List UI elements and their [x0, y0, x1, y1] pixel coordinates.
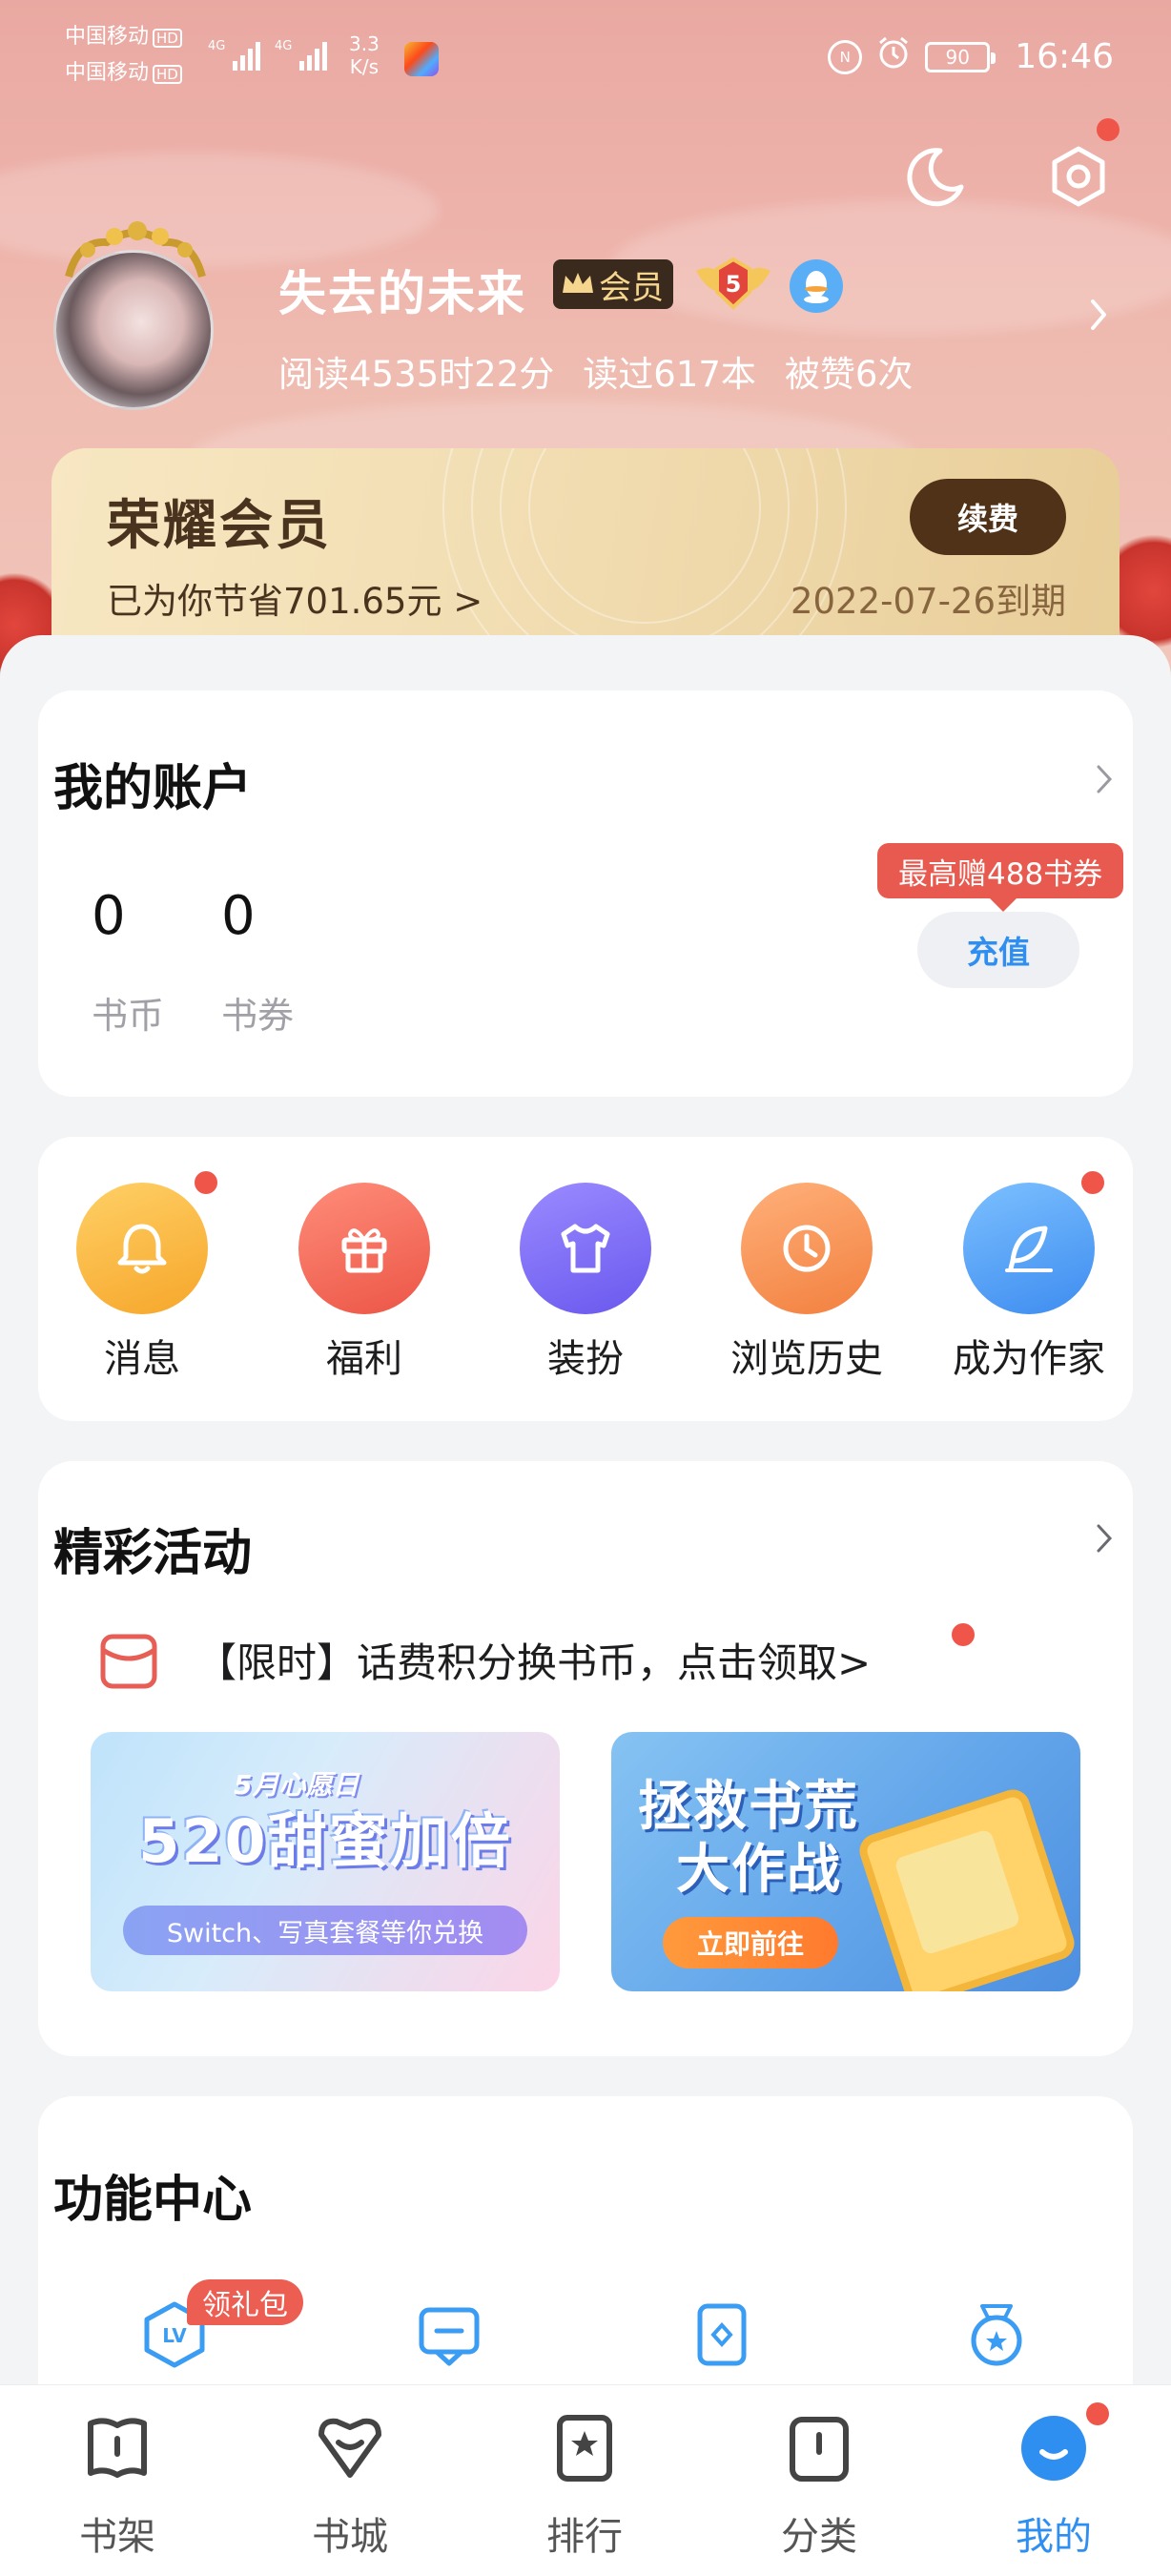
carrier-1: 中国移动 HD: [65, 25, 182, 50]
quick-item-label: 成为作家: [953, 1337, 1105, 1381]
bookshelf-icon: [79, 2410, 155, 2486]
quick-item-messages[interactable]: 消息: [56, 1171, 228, 1383]
nav-bookstore[interactable]: 书城: [278, 2385, 421, 2561]
activities-chevron-right-icon[interactable]: [1095, 1522, 1114, 1555]
profile-chevron-right-icon[interactable]: [1087, 296, 1110, 334]
nav-bookshelf[interactable]: 书架: [46, 2385, 189, 2561]
category-icon: [781, 2410, 857, 2486]
member-savings-link[interactable]: 已为你节省701.65元 >: [107, 572, 483, 624]
nav-label: 分类: [781, 2515, 857, 2559]
settings-icon[interactable]: [1045, 118, 1120, 210]
activity-promo-link[interactable]: 【限时】话费积分换书币，点击领取>: [196, 1631, 871, 1689]
books-read: 读过617本: [583, 354, 756, 395]
bell-icon: [76, 1171, 217, 1314]
vouchers-value: 0: [221, 885, 256, 947]
clock-time: 16:46: [1015, 37, 1114, 76]
signal-icon: 4G: [208, 36, 267, 79]
coins-label: 书币: [92, 995, 165, 1037]
banner-go-button[interactable]: 立即前往: [663, 1917, 838, 1968]
svg-text:5: 5: [726, 271, 742, 298]
author-badge-dot: [1081, 1171, 1104, 1194]
recharge-button[interactable]: 充值: [917, 912, 1079, 988]
reading-stats: 阅读4535时22分 读过617本 被赞6次: [278, 345, 913, 397]
bottom-navigation: 书架 书城 排行 分类 我的: [0, 2384, 1171, 2576]
ranking-icon: [546, 2410, 623, 2486]
quick-item-label: 消息: [104, 1337, 180, 1381]
nfc-icon: N: [828, 39, 863, 74]
nav-category[interactable]: 分类: [748, 2385, 891, 2561]
avatar[interactable]: [53, 221, 217, 410]
envelope-icon: [100, 1634, 157, 1689]
account-title: 我的账户: [53, 760, 253, 817]
profile-badge-dot: [1086, 2402, 1109, 2425]
quick-item-label: 福利: [326, 1337, 402, 1381]
nav-profile[interactable]: 我的: [982, 2385, 1125, 2561]
svg-text:LV: LV: [162, 2324, 187, 2347]
medal-icon[interactable]: [963, 2300, 1030, 2369]
activity-promo-badge-dot: [952, 1623, 975, 1646]
battery-icon: 90: [925, 41, 996, 72]
banner-520-title: 520甜蜜加倍: [138, 1806, 512, 1876]
profile-icon: [1016, 2402, 1109, 2486]
banner-520-event[interactable]: 5月心愿日 520甜蜜加倍 Switch、写真套餐等你兑换: [91, 1732, 560, 1991]
banner-book-rescue[interactable]: 拯救书荒 大作战 立即前往: [611, 1732, 1080, 1991]
member-expire-date: 2022-07-26到期: [790, 581, 1066, 622]
quick-item-label: 浏览历史: [730, 1337, 883, 1381]
messages-badge-dot: [195, 1171, 217, 1194]
gift-pack-badge[interactable]: 领礼包: [187, 2279, 303, 2325]
banner-520-subtitle: Switch、写真套餐等你兑换: [123, 1906, 527, 1955]
vip-label: 会员: [599, 268, 664, 307]
quick-item-label: 装扮: [547, 1337, 624, 1381]
level-badge[interactable]: 5: [692, 254, 774, 315]
app-notification-icon: [404, 42, 439, 76]
bookstore-icon: [312, 2410, 388, 2486]
night-mode-icon[interactable]: [902, 143, 969, 210]
quick-item-dressup[interactable]: 装扮: [500, 1183, 671, 1383]
quick-item-history[interactable]: 浏览历史: [721, 1183, 893, 1383]
alarm-icon: [875, 34, 912, 79]
nav-label: 排行: [546, 2515, 623, 2559]
gift-icon: [298, 1183, 430, 1314]
vouchers-label: 书券: [221, 995, 295, 1037]
message-icon[interactable]: [416, 2300, 483, 2369]
svg-text:4G: 4G: [275, 39, 292, 53]
reading-time: 阅读4535时22分: [278, 354, 555, 395]
quick-item-welfare[interactable]: 福利: [278, 1183, 450, 1383]
nav-ranking[interactable]: 排行: [513, 2385, 656, 2561]
qq-icon[interactable]: [790, 259, 843, 313]
nav-label: 书城: [312, 2515, 388, 2559]
likes-count: 被赞6次: [784, 354, 914, 395]
coins-value: 0: [92, 885, 126, 947]
network-speed: 3.3 K/s: [349, 32, 380, 78]
crown-icon: [563, 273, 593, 293]
settings-badge-dot: [1097, 118, 1120, 141]
banner-card-illustration: [854, 1784, 1079, 1991]
nav-label: 书架: [79, 2515, 155, 2559]
vip-badge: 会员: [553, 259, 673, 309]
quick-item-become-author[interactable]: 成为作家: [943, 1171, 1115, 1383]
clock-icon: [741, 1183, 873, 1314]
svg-text:4G: 4G: [208, 39, 225, 53]
status-bar: 中国移动 HD 中国移动 HD 4G 4G 3.3 K/s N 90 16:46: [0, 0, 1171, 114]
carrier-2: 中国移动 HD: [65, 61, 182, 86]
banner-book-rescue-title: 拯救书荒 大作战: [638, 1776, 859, 1901]
function-center-title: 功能中心: [53, 2172, 253, 2229]
signal-icon-2: 4G: [275, 36, 334, 79]
member-title: 荣耀会员: [107, 495, 332, 557]
status-right: N 90 16:46: [828, 34, 1114, 79]
activities-title: 精彩活动: [53, 1525, 253, 1582]
shirt-icon: [520, 1183, 651, 1314]
account-chevron-right-icon[interactable]: [1095, 763, 1114, 795]
recharge-promo-bubble: 最高赠488书券: [877, 843, 1124, 912]
card-icon[interactable]: [688, 2300, 755, 2369]
feather-icon: [963, 1171, 1104, 1314]
nav-label: 我的: [1016, 2515, 1092, 2559]
renew-button[interactable]: 续费: [910, 479, 1066, 555]
avatar-frame-icon: [65, 221, 206, 278]
username[interactable]: 失去的未来: [278, 256, 526, 324]
